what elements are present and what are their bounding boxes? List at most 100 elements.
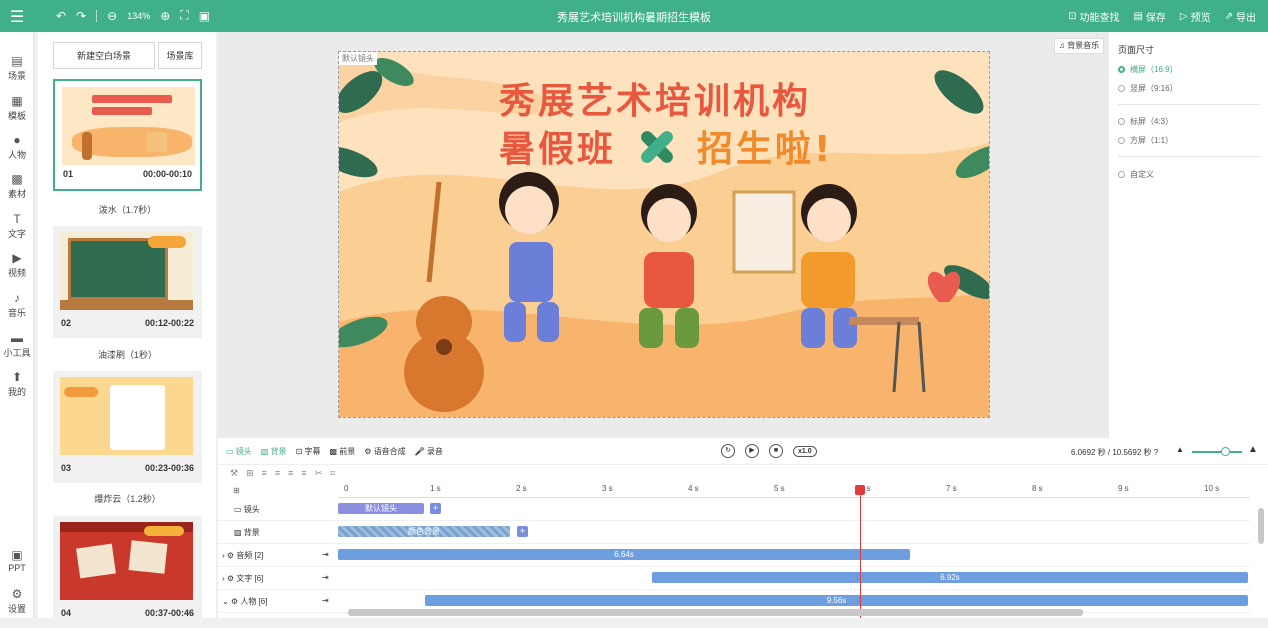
align-left-icon[interactable]: ≡	[262, 468, 267, 479]
size-option-portrait[interactable]: 竖屏（9:16）	[1118, 83, 1178, 94]
collapse-icon[interactable]: ⇥	[322, 596, 329, 605]
tab-record[interactable]: 🎤 录音	[415, 446, 443, 457]
nav-ppt[interactable]: ▣ PPT	[0, 548, 34, 573]
nav-tools[interactable]: ▬ 小工具	[0, 331, 34, 359]
scene-panel: 新建空白场景 场景库 01 00:00-00:10 泼水（1.7秒） 02 00…	[38, 32, 216, 628]
save-icon: ▤	[1133, 11, 1143, 22]
zoom-in-icon[interactable]: ▲	[1248, 444, 1258, 455]
transition-label[interactable]: 泼水（1.7秒）	[53, 203, 202, 216]
track-background: ▨ 背景 颜色背景 +	[218, 522, 1250, 544]
replay-icon[interactable]: ↻	[721, 444, 735, 458]
text-clip[interactable]: 6.92s	[652, 572, 1248, 583]
size-option-square[interactable]: 方屏（1:1）	[1118, 135, 1173, 146]
upload-icon: ⬆	[11, 370, 23, 384]
scene-card-04[interactable]: 04 00:37-00:46	[53, 516, 202, 628]
ruler-tick: 10 s	[1204, 484, 1220, 493]
track-audio: › ⚙ 音频 [2] ⇥ 6.64s	[218, 545, 1250, 567]
nav-music[interactable]: ♪ 音乐	[0, 291, 34, 319]
collapse-icon[interactable]: ⇥	[322, 550, 329, 559]
transition-label[interactable]: 油漆刷（1秒）	[53, 348, 202, 361]
playhead-handle[interactable]	[855, 485, 865, 495]
ppt-icon: ▣	[11, 548, 23, 562]
zoom-track	[1192, 451, 1242, 453]
background-clip[interactable]: 颜色背景	[338, 526, 510, 537]
tab-subtitle[interactable]: ⊡ 字幕	[296, 446, 321, 457]
add-lens-button[interactable]: +	[430, 503, 441, 514]
video-icon: ▶	[12, 251, 22, 265]
tab-tts[interactable]: ⚙ 语音合成	[364, 446, 405, 457]
scene-library-button[interactable]: 场景库	[158, 42, 202, 69]
add-background-button[interactable]: +	[517, 526, 528, 537]
left-nav: ▤ 场景 ▦ 模板 ● 人物 ▩ 素材 T 文字 ▶ 视频 ♪ 音乐 ▬ 小工具 ⬆ 我的 ▣ PP…	[0, 32, 34, 618]
align-icon[interactable]: ⊞	[246, 468, 254, 479]
headline-line-2b[interactable]: 招生啦!	[697, 120, 833, 172]
tab-foreground[interactable]: ▩ 前景	[330, 446, 356, 457]
zoom-out-icon[interactable]: ▲	[1176, 445, 1184, 454]
nav-character[interactable]: ● 人物	[0, 133, 34, 161]
zoom-handle[interactable]	[1221, 447, 1230, 456]
collapse-icon[interactable]: ⇥	[322, 573, 329, 582]
nav-text[interactable]: T 文字	[0, 212, 34, 240]
material-icon: ▩	[11, 172, 23, 186]
divider	[1118, 104, 1260, 105]
split-icon[interactable]: ⚒	[230, 468, 238, 479]
scene-card-02[interactable]: 02 00:12-00:22	[53, 226, 202, 338]
transition-label[interactable]: 爆炸云（1.2秒）	[53, 492, 202, 505]
preview-button[interactable]: ▷ 预览	[1180, 9, 1211, 24]
page-size-heading: 页面尺寸	[1118, 45, 1155, 55]
new-blank-scene-button[interactable]: 新建空白场景	[53, 42, 155, 69]
scene-card-03[interactable]: 03 00:23-00:36	[53, 371, 202, 483]
character-clip[interactable]: 9.56s	[425, 595, 1248, 606]
play-icon[interactable]: ▶	[745, 444, 759, 458]
scene-card-01[interactable]: 01 00:00-00:10	[53, 79, 202, 191]
distribute-icon[interactable]: ≡	[301, 468, 306, 479]
horizontal-scrollbar[interactable]	[348, 609, 1083, 616]
feature-search-button[interactable]: ⊡ 功能查找	[1068, 9, 1119, 24]
scene-thumbnail	[60, 232, 193, 310]
lens-clip[interactable]: 默认镜头	[338, 503, 424, 514]
stop-icon[interactable]: ■	[769, 444, 783, 458]
cut-icon[interactable]: ✂	[315, 468, 323, 479]
nav-video[interactable]: ▶ 视频	[0, 251, 34, 279]
align-right-icon[interactable]: ≡	[288, 468, 293, 479]
nav-scene[interactable]: ▤ 场景	[0, 54, 34, 82]
export-button[interactable]: ⇗ 导出	[1225, 9, 1256, 24]
vertical-scrollbar[interactable]	[1258, 508, 1264, 544]
size-option-standard[interactable]: 标屏（4:3）	[1118, 116, 1173, 127]
audio-clip[interactable]: 6.64s	[338, 549, 910, 560]
toolbox-icon: ▬	[11, 331, 23, 345]
nav-mine[interactable]: ⬆ 我的	[0, 370, 34, 398]
text-icon: T	[13, 212, 21, 226]
nav-material[interactable]: ▩ 素材	[0, 172, 34, 200]
crop-icon[interactable]: ⌗	[330, 468, 335, 479]
timeline: ▭ 镜头 ▨ 背景 ⊡ 字幕 ▩ 前景 ⚙ 语音合成 🎤 录音 ↻ ▶ ■ x1…	[218, 438, 1268, 618]
music-icon: ♫	[1058, 41, 1065, 50]
save-button[interactable]: ▤ 保存	[1133, 9, 1165, 24]
nav-settings[interactable]: ⚙ 设置	[0, 587, 34, 615]
headline-line-2a[interactable]: 暑假班	[499, 120, 616, 172]
time-ruler[interactable]: 01 s2 s3 s4 s5 s6 s7 s8 s9 s 10 s	[338, 481, 1250, 498]
scene-buttons: 新建空白场景 场景库	[53, 42, 202, 69]
background-music-button[interactable]: ♫ 背景音乐	[1054, 38, 1104, 54]
ruler-tick: 8 s	[1032, 484, 1043, 493]
ruler-tick: 5 s	[774, 484, 785, 493]
size-option-custom[interactable]: 自定义	[1118, 169, 1154, 180]
stage[interactable]: 默认镜头 秀展艺术培训机构 暑假班 招生啦!	[338, 51, 990, 418]
ruler-tick: 4 s	[688, 484, 699, 493]
speed-button[interactable]: x1.0	[793, 445, 817, 457]
help-icon[interactable]: ?	[1154, 448, 1158, 457]
tab-lens[interactable]: ▭ 镜头	[226, 446, 252, 457]
size-option-landscape[interactable]: 横屏（16:9）	[1118, 64, 1178, 75]
expand-all-icon[interactable]: ⊞	[233, 486, 240, 495]
timeline-zoom-slider[interactable]: ▲ ▲	[1176, 444, 1258, 457]
headline-line-1[interactable]: 秀展艺术培训机构	[499, 72, 811, 124]
radio-icon	[1118, 66, 1125, 73]
template-icon: ▦	[11, 94, 23, 108]
top-bar: ☰ ↶ ↷ ⊖ 134% ⊕ ⛶ ▣ 秀展艺术培训机构暑期招生模板 ⊡ 功能查找 …	[0, 0, 1268, 32]
playhead[interactable]	[860, 486, 861, 618]
align-center-icon[interactable]: ≡	[275, 468, 280, 479]
radio-icon	[1118, 85, 1125, 92]
nav-template[interactable]: ▦ 模板	[0, 94, 34, 122]
tab-background[interactable]: ▨ 背景	[261, 446, 287, 457]
ruler-tick: 9 s	[1118, 484, 1129, 493]
